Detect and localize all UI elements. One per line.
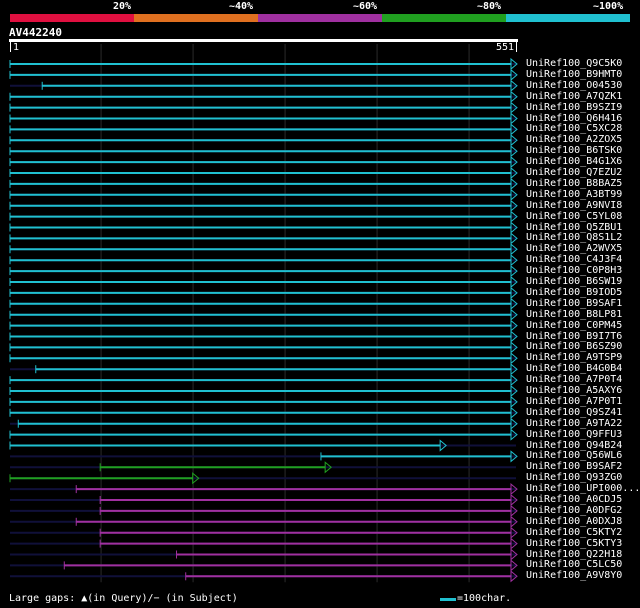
hit-label[interactable]: UniRef100_B9SAF1 [526,298,622,309]
hit-label[interactable]: UniRef100_C0PM45 [526,320,622,331]
hit-label[interactable]: UniRef100_Q9C5K0 [526,58,622,69]
scale-key-line [440,598,456,601]
hit-label[interactable]: UniRef100_B8LP81 [526,309,622,320]
scale-key-text: =100char. [457,593,512,604]
hit-label[interactable]: UniRef100_A5AXY6 [526,385,622,396]
hit-label[interactable]: UniRef100_A9TA22 [526,418,622,429]
hit-label[interactable]: UniRef100_B6SZ90 [526,341,622,352]
hit-label[interactable]: UniRef100_Q56WL6 [526,450,622,461]
hit-label[interactable]: UniRef100_Q6H416 [526,113,622,124]
hit-label[interactable]: UniRef100_A0DFG2 [526,505,622,516]
hit-label[interactable]: UniRef100_A7P0T4 [526,374,622,385]
hit-label[interactable]: UniRef100_B9HMT0 [526,69,622,80]
hit-label[interactable]: UniRef100_B9SZI9 [526,102,622,113]
hit-label[interactable]: UniRef100_C4J3F4 [526,254,622,265]
hit-label[interactable]: UniRef100_A9V8Y0 [526,570,622,581]
hit-label[interactable]: UniRef100_A0DXJ8 [526,516,622,527]
hit-label[interactable]: UniRef100_C5YL08 [526,211,622,222]
hit-label[interactable]: UniRef100_Q7EZU2 [526,167,622,178]
hit-label[interactable]: UniRef100_UPI000... [526,483,640,494]
hit-label[interactable]: UniRef100_B4G1X6 [526,156,622,167]
hit-label[interactable]: UniRef100_C5KTY2 [526,527,622,538]
hit-label[interactable]: UniRef100_B4G0B4 [526,363,622,374]
hit-label[interactable]: UniRef100_A9TSP9 [526,352,622,363]
hit-label[interactable]: UniRef100_Q8S1L2 [526,232,622,243]
hit-label[interactable]: UniRef100_A3BT99 [526,189,622,200]
hit-label[interactable]: UniRef100_A9NVI8 [526,200,622,211]
hit-label[interactable]: UniRef100_B6SW19 [526,276,622,287]
hit-label[interactable]: UniRef100_C5KTY3 [526,538,622,549]
hit-label[interactable]: UniRef100_C0P8H3 [526,265,622,276]
hit-label[interactable]: UniRef100_A7P0T1 [526,396,622,407]
hit-label[interactable]: UniRef100_B9I7T6 [526,331,622,342]
hit-label[interactable]: UniRef100_C5XC28 [526,123,622,134]
hit-label[interactable]: UniRef100_B9SAF2 [526,461,622,472]
hit-label[interactable]: UniRef100_A2ZOX5 [526,134,622,145]
hit-label[interactable]: UniRef100_Q22H18 [526,549,622,560]
hit-label[interactable]: UniRef100_Q94B24 [526,440,622,451]
hit-label[interactable]: UniRef100_A7QZK1 [526,91,622,102]
hit-label[interactable]: UniRef100_Q5ZBU1 [526,222,622,233]
hit-label[interactable]: UniRef100_B8BAZ5 [526,178,622,189]
hit-label[interactable]: UniRef100_Q93ZG0 [526,472,622,483]
hit-label[interactable]: UniRef100_B9IOD5 [526,287,622,298]
hit-label[interactable]: UniRef100_O04530 [526,80,622,91]
hit-label[interactable]: UniRef100_Q9FFU3 [526,429,622,440]
hit-label[interactable]: UniRef100_Q9SZ41 [526,407,622,418]
hit-label[interactable]: UniRef100_A0CDJ5 [526,494,622,505]
gap-legend-text: Large gaps: ▲(in Query)/− (in Subject) [9,593,238,604]
hit-label[interactable]: UniRef100_B6TSK0 [526,145,622,156]
hit-label[interactable]: UniRef100_A2WVX5 [526,243,622,254]
hit-label[interactable]: UniRef100_C5LC50 [526,559,622,570]
